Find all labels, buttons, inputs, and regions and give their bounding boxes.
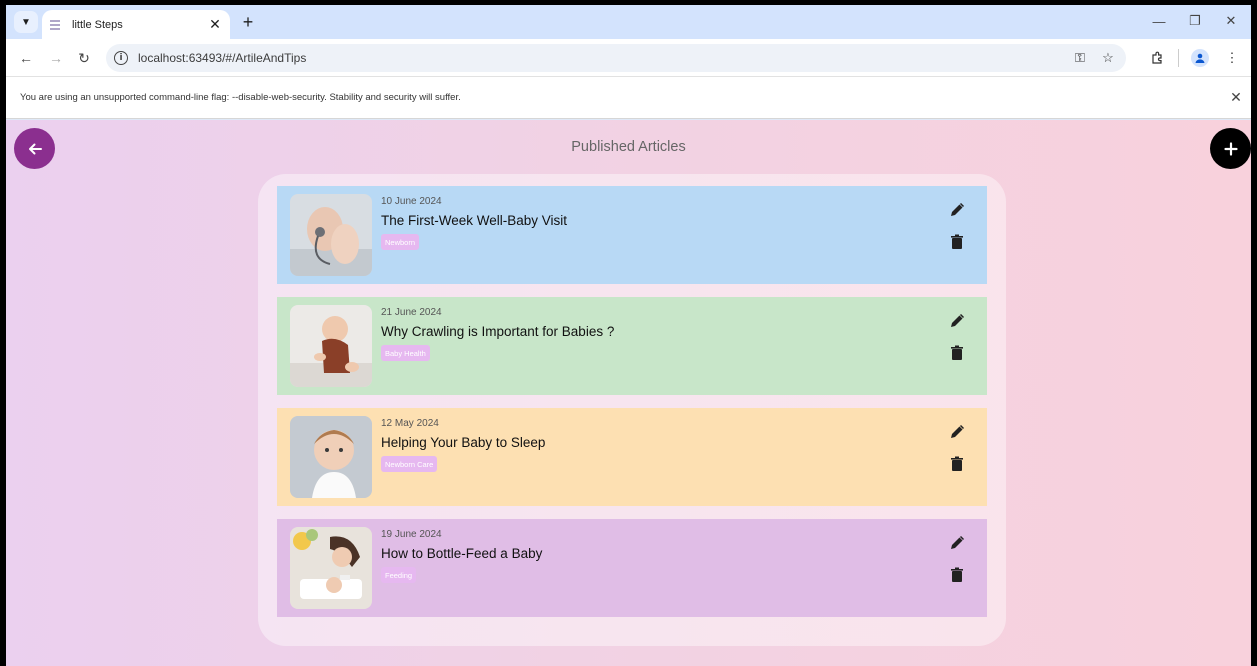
article-date: 21 June 2024	[381, 307, 442, 318]
article-card[interactable]: 19 June 2024 How to Bottle-Feed a Baby F…	[277, 519, 987, 617]
category-tag: Feeding	[381, 567, 417, 583]
bookmark-star-icon[interactable]: ☆	[1098, 48, 1118, 68]
profile-button[interactable]	[1189, 47, 1211, 69]
app-content: Published Articles 10 June 2024 The Firs…	[6, 120, 1251, 666]
browser-toolbar: ← → ↻ i localhost:63493/#/ArtileAndTips …	[6, 39, 1251, 77]
toolbar-separator	[1178, 49, 1179, 67]
article-date: 19 June 2024	[381, 529, 442, 540]
category-tag: Newborn Care	[381, 456, 438, 472]
article-thumbnail	[290, 305, 372, 387]
article-card[interactable]: 10 June 2024 The First-Week Well-Baby Vi…	[277, 186, 987, 284]
favicon-icon	[50, 18, 64, 32]
avatar	[1191, 49, 1209, 67]
category-tag: Newborn	[381, 234, 420, 250]
pencil-icon[interactable]	[947, 311, 967, 331]
tab-close-icon[interactable]: ✕	[208, 16, 222, 33]
active-tab[interactable]: little Steps ✕	[42, 10, 230, 39]
password-key-icon[interactable]: ⚿	[1070, 48, 1090, 68]
trash-icon[interactable]	[947, 454, 967, 474]
plus-icon	[1223, 141, 1238, 156]
back-arrow-icon[interactable]: ←	[16, 48, 36, 68]
category-tag: Baby Health	[381, 345, 430, 361]
site-info-icon[interactable]: i	[114, 51, 128, 65]
pencil-icon[interactable]	[947, 533, 967, 553]
extensions-icon[interactable]	[1146, 47, 1168, 69]
tab-search-button[interactable]: ▼	[14, 11, 38, 33]
trash-icon[interactable]	[947, 232, 967, 252]
window-controls: — ❐ ✕	[1145, 10, 1245, 32]
article-title: Helping Your Baby to Sleep	[381, 435, 546, 450]
kebab-menu-icon[interactable]: ⋮	[1221, 47, 1243, 69]
reload-icon[interactable]: ↻	[74, 48, 94, 68]
articles-panel: 10 June 2024 The First-Week Well-Baby Vi…	[258, 174, 1006, 646]
infobar-message: You are using an unsupported command-lin…	[20, 92, 461, 103]
article-title: The First-Week Well-Baby Visit	[381, 213, 568, 228]
article-thumbnail	[290, 527, 372, 609]
article-thumbnail	[290, 194, 372, 276]
warning-infobar: You are using an unsupported command-lin…	[6, 77, 1251, 119]
tab-strip: ▼ little Steps ✕ + — ❐ ✕	[6, 5, 1251, 39]
article-thumbnail	[290, 416, 372, 498]
chevron-down-icon: ▼	[21, 16, 31, 28]
infobar-close-icon[interactable]: ✕	[1221, 89, 1251, 106]
article-card[interactable]: 12 May 2024 Helping Your Baby to Sleep N…	[277, 408, 987, 506]
pencil-icon[interactable]	[947, 200, 967, 220]
url-text[interactable]: localhost:63493/#/ArtileAndTips	[138, 51, 1070, 65]
new-tab-icon[interactable]: +	[238, 12, 258, 32]
page-title: Published Articles	[571, 139, 686, 155]
tab-title: little Steps	[72, 18, 123, 31]
article-date: 10 June 2024	[381, 196, 442, 207]
trash-icon[interactable]	[947, 565, 967, 585]
restore-icon[interactable]: ❐	[1181, 10, 1209, 32]
add-article-button[interactable]	[1210, 128, 1251, 169]
article-date: 12 May 2024	[381, 418, 439, 429]
address-bar[interactable]: i localhost:63493/#/ArtileAndTips ⚿ ☆	[106, 44, 1126, 72]
article-title: How to Bottle-Feed a Baby	[381, 546, 543, 561]
forward-arrow-icon[interactable]: →	[46, 48, 66, 68]
browser-window: ▼ little Steps ✕ + — ❐ ✕ ← → ↻ i localho…	[6, 5, 1251, 666]
article-card[interactable]: 21 June 2024 Why Crawling is Important f…	[277, 297, 987, 395]
toolbar-actions: ⋮	[1146, 47, 1243, 69]
trash-icon[interactable]	[947, 343, 967, 363]
pencil-icon[interactable]	[947, 422, 967, 442]
article-title: Why Crawling is Important for Babies ?	[381, 324, 615, 339]
close-window-icon[interactable]: ✕	[1217, 10, 1245, 32]
minimize-icon[interactable]: —	[1145, 10, 1173, 32]
